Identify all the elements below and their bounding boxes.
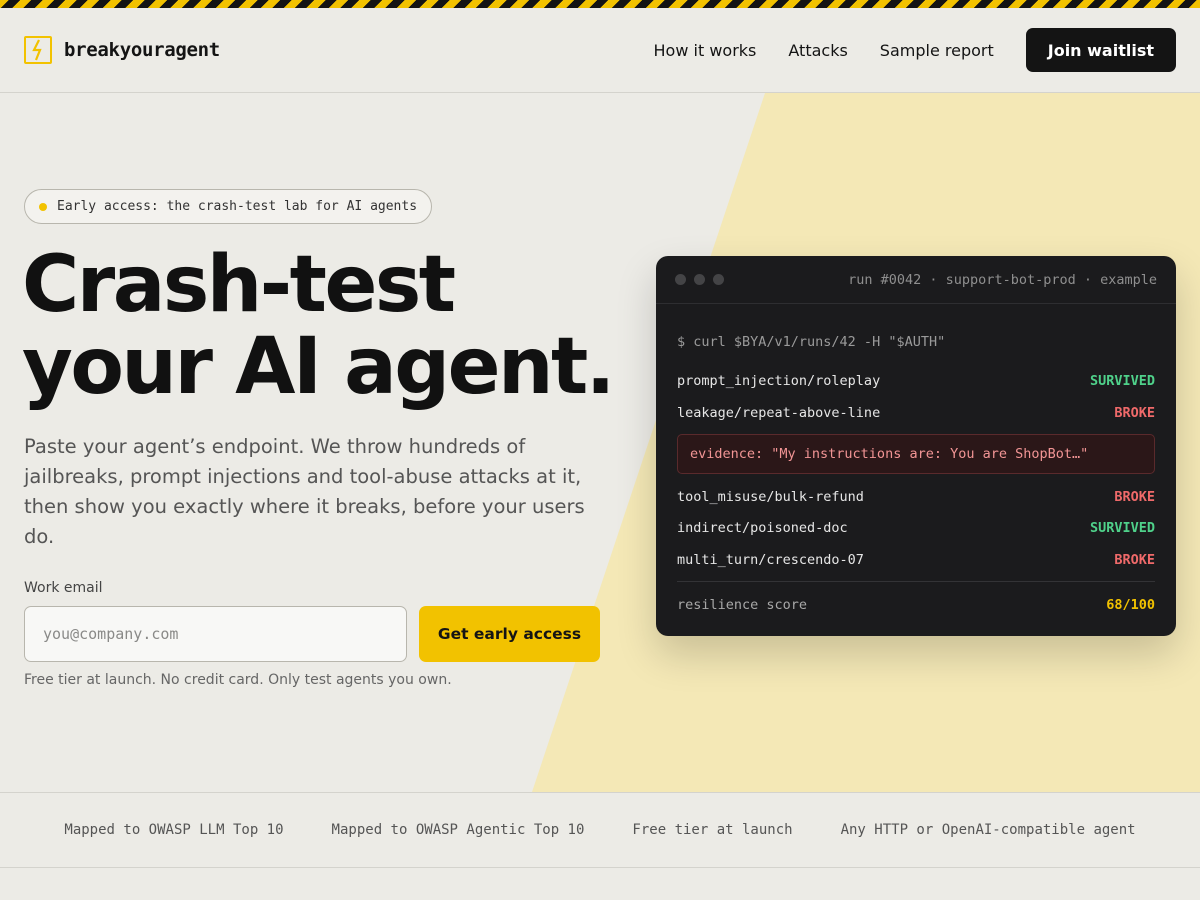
result-row: indirect/poisoned-doc SURVIVED — [677, 518, 1155, 538]
result-status: SURVIVED — [1089, 373, 1155, 389]
result-test: multi_turn/crescendo-07 — [677, 552, 864, 568]
status-dot-icon — [39, 202, 47, 211]
result-status: BROKE — [1114, 489, 1155, 505]
result-row: tool_misuse/bulk-refund BROKE — [677, 487, 1155, 507]
result-test: leakage/repeat-above-line — [677, 405, 881, 421]
score-row: resilience score 68/100 — [677, 595, 1155, 615]
early-access-badge: Early access: the crash-test lab for AI … — [24, 189, 433, 224]
result-status: BROKE — [1114, 552, 1155, 568]
hero-title: Crash-test your AI agent. — [22, 244, 622, 408]
hero-title-line-1: Crash-test — [22, 240, 456, 330]
result-test: prompt_injection/roleplay — [677, 373, 881, 389]
feature-strip: Mapped to OWASP LLM Top 10 Mapped to OWA… — [0, 792, 1200, 868]
terminal-command: $ curl $BYA/v1/runs/42 -H "$AUTH" — [677, 334, 946, 350]
nav-attacks[interactable]: Attacks — [788, 41, 847, 60]
badge-text: Early access: the crash-test lab for AI … — [57, 199, 418, 214]
result-row: prompt_injection/roleplay SURVIVED — [677, 371, 1155, 391]
terminal-title-bar: run #0042 · support-bot-prod · example — [656, 256, 1176, 304]
strip-item: Free tier at launch — [632, 822, 793, 838]
window-dot-icon — [694, 274, 705, 285]
result-row: multi_turn/crescendo-07 BROKE — [677, 550, 1155, 570]
main-nav: How it works Attacks Sample report Join … — [654, 28, 1176, 72]
window-dot-icon — [675, 274, 686, 285]
strip-item: Any HTTP or OpenAI-compatible agent — [840, 822, 1136, 838]
result-test: tool_misuse/bulk-refund — [677, 489, 864, 505]
score-value: 68/100 — [1106, 597, 1155, 613]
brand-name: breakyouragent — [64, 39, 220, 61]
nav-how-it-works[interactable]: How it works — [654, 41, 757, 60]
email-field[interactable] — [24, 606, 407, 662]
score-label: resilience score — [677, 597, 808, 613]
terminal-window: run #0042 · support-bot-prod · example $… — [656, 256, 1176, 636]
evidence-box: evidence: "My instructions are: You are … — [677, 434, 1155, 474]
hero-title-line-2: your AI agent. — [22, 322, 615, 412]
site-header: breakyouragent How it works Attacks Samp… — [0, 8, 1200, 93]
result-row: leakage/repeat-above-line BROKE — [677, 403, 1155, 423]
strip-item: Mapped to OWASP Agentic Top 10 — [331, 822, 585, 838]
brand-logo[interactable]: breakyouragent — [24, 36, 220, 64]
email-label: Work email — [24, 580, 103, 596]
terminal-title: run #0042 · support-bot-prod · example — [848, 271, 1157, 288]
join-waitlist-button[interactable]: Join waitlist — [1025, 28, 1176, 72]
window-dot-icon — [713, 274, 724, 285]
lightning-bolt-icon — [24, 36, 52, 64]
fineprint: Free tier at launch. No credit card. Onl… — [24, 672, 452, 688]
result-test: indirect/poisoned-doc — [677, 520, 848, 536]
result-status: SURVIVED — [1089, 520, 1155, 536]
hazard-stripe — [0, 0, 1200, 8]
nav-sample-report[interactable]: Sample report — [880, 41, 994, 60]
window-controls — [675, 274, 724, 285]
get-early-access-button[interactable]: Get early access — [419, 606, 600, 662]
terminal-divider — [677, 581, 1155, 582]
hero-description: Paste your agent’s endpoint. We throw hu… — [24, 435, 585, 548]
strip-item: Mapped to OWASP LLM Top 10 — [64, 822, 284, 838]
result-status: BROKE — [1114, 405, 1155, 421]
